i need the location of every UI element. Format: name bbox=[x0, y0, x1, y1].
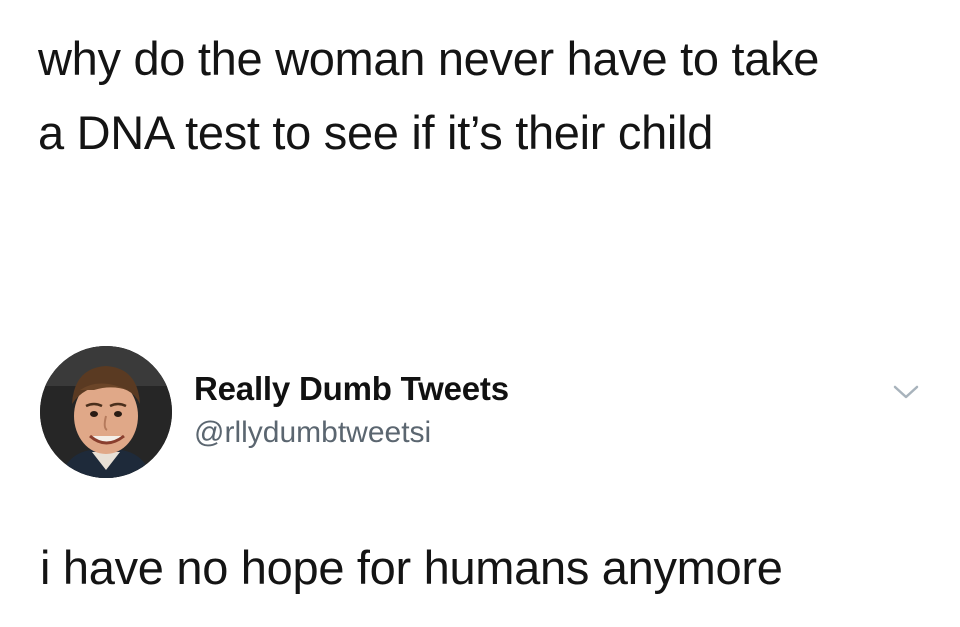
avatar[interactable] bbox=[40, 346, 172, 478]
quoted-line-2: a DNA test to see if it’s their child bbox=[38, 106, 714, 159]
author-handle[interactable]: @rllydumbtweetsi bbox=[194, 416, 431, 450]
chevron-down-icon[interactable] bbox=[892, 382, 920, 402]
avatar-image bbox=[40, 346, 172, 478]
tweet-header: Really Dumb Tweets @rllydumbtweetsi bbox=[40, 346, 930, 482]
tweet-text: i have no hope for humans anymore bbox=[40, 541, 783, 594]
author-name[interactable]: Really Dumb Tweets bbox=[194, 370, 509, 408]
quoted-tweet-text: why do the woman never have to take a DN… bbox=[38, 22, 938, 170]
quoted-line-1: why do the woman never have to take bbox=[38, 32, 820, 85]
